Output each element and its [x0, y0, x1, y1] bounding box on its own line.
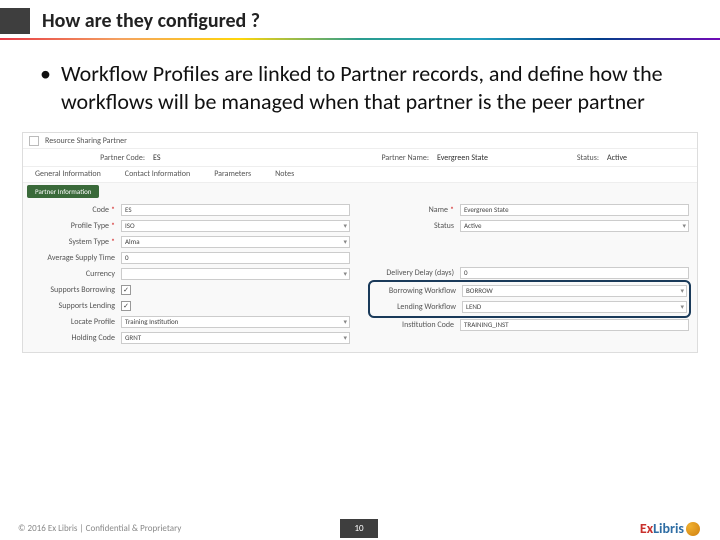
bullet-dot: •: [40, 60, 51, 116]
lend-label: Supports Lending: [31, 301, 121, 311]
status-select[interactable]: Active: [460, 220, 689, 232]
locate-select[interactable]: Training Institution: [121, 316, 350, 328]
ptype-label: Profile Type*: [31, 221, 121, 231]
tab-parameters[interactable]: Parameters: [202, 167, 263, 182]
partner-name-label: Partner Name:: [357, 153, 437, 163]
lworkflow-select[interactable]: LEND: [462, 301, 687, 313]
bworkflow-select[interactable]: BORROW: [462, 285, 687, 297]
workflow-highlight: Borrowing WorkflowBORROW Lending Workflo…: [368, 280, 691, 318]
lworkflow-label: Lending Workflow: [372, 302, 462, 312]
ptype-select[interactable]: ISO: [121, 220, 350, 232]
form-right-col: Name*Evergreen State StatusActive Delive…: [370, 202, 689, 346]
tab-notes[interactable]: Notes: [263, 167, 306, 182]
holding-label: Holding Code: [31, 333, 121, 343]
cur-label: Currency: [31, 269, 121, 279]
locate-label: Locate Profile: [31, 317, 121, 327]
inst-field[interactable]: TRAINING_INST: [460, 319, 689, 331]
lend-checkbox[interactable]: ✓: [121, 301, 131, 311]
copyright-text: © 2016 Ex Libris | Confidential & Propri…: [0, 523, 340, 534]
cur-select[interactable]: [121, 268, 350, 280]
header-accent-block: [0, 8, 30, 34]
partner-status-label: Status:: [527, 153, 607, 163]
embedded-screenshot: Resource Sharing Partner Partner Code: E…: [22, 132, 698, 353]
tab-general[interactable]: General Information: [23, 167, 113, 182]
borrow-label: Supports Borrowing: [31, 285, 121, 295]
breadcrumb-bar: Resource Sharing Partner: [23, 133, 697, 149]
name-field[interactable]: Evergreen State: [460, 204, 689, 216]
tab-contact[interactable]: Contact Information: [113, 167, 202, 182]
stype-label: System Type*: [31, 237, 121, 247]
tab-bar: General Information Contact Information …: [23, 167, 697, 183]
status-label: Status: [370, 221, 460, 231]
page-number: 10: [340, 519, 377, 538]
logo-libris: Libris: [653, 520, 684, 537]
borrow-checkbox[interactable]: ✓: [121, 285, 131, 295]
rainbow-divider: [0, 38, 720, 40]
page-title: How are they configured ?: [42, 9, 260, 33]
avg-field[interactable]: 0: [121, 252, 350, 264]
exlibris-logo: ExLibris: [640, 520, 700, 537]
holding-select[interactable]: GRNT: [121, 332, 350, 344]
slide-header: How are they configured ?: [0, 0, 720, 38]
partner-code-value: ES: [153, 153, 357, 163]
breadcrumb: Resource Sharing Partner: [45, 136, 127, 146]
logo-ball-icon: [686, 522, 700, 536]
code-field[interactable]: ES: [121, 204, 350, 216]
partner-summary-row: Partner Code: ES Partner Name: Evergreen…: [23, 149, 697, 167]
partner-name-value: Evergreen State: [437, 153, 527, 163]
logo-area: ExLibris: [378, 520, 720, 537]
inst-label: Institution Code: [370, 320, 460, 330]
delay-field[interactable]: 0: [460, 267, 689, 279]
bullet-section: • Workflow Profiles are linked to Partne…: [0, 46, 720, 126]
section-header: Partner Information: [27, 185, 99, 198]
partner-code-label: Partner Code:: [23, 153, 153, 163]
code-label: Code*: [31, 205, 121, 215]
stype-select[interactable]: Alma: [121, 236, 350, 248]
form-area: Code*ES Profile Type*ISO System Type*Alm…: [23, 200, 697, 352]
bullet-text: Workflow Profiles are linked to Partner …: [61, 60, 690, 116]
slide-footer: © 2016 Ex Libris | Confidential & Propri…: [0, 516, 720, 540]
logo-ex: Ex: [640, 520, 653, 537]
partner-status-value: Active: [607, 153, 697, 163]
avg-label: Average Supply Time: [31, 253, 121, 263]
bworkflow-label: Borrowing Workflow: [372, 286, 462, 296]
delay-label: Delivery Delay (days): [370, 268, 460, 278]
home-icon[interactable]: [29, 136, 39, 146]
name-label: Name*: [370, 205, 460, 215]
form-left-col: Code*ES Profile Type*ISO System Type*Alm…: [31, 202, 350, 346]
